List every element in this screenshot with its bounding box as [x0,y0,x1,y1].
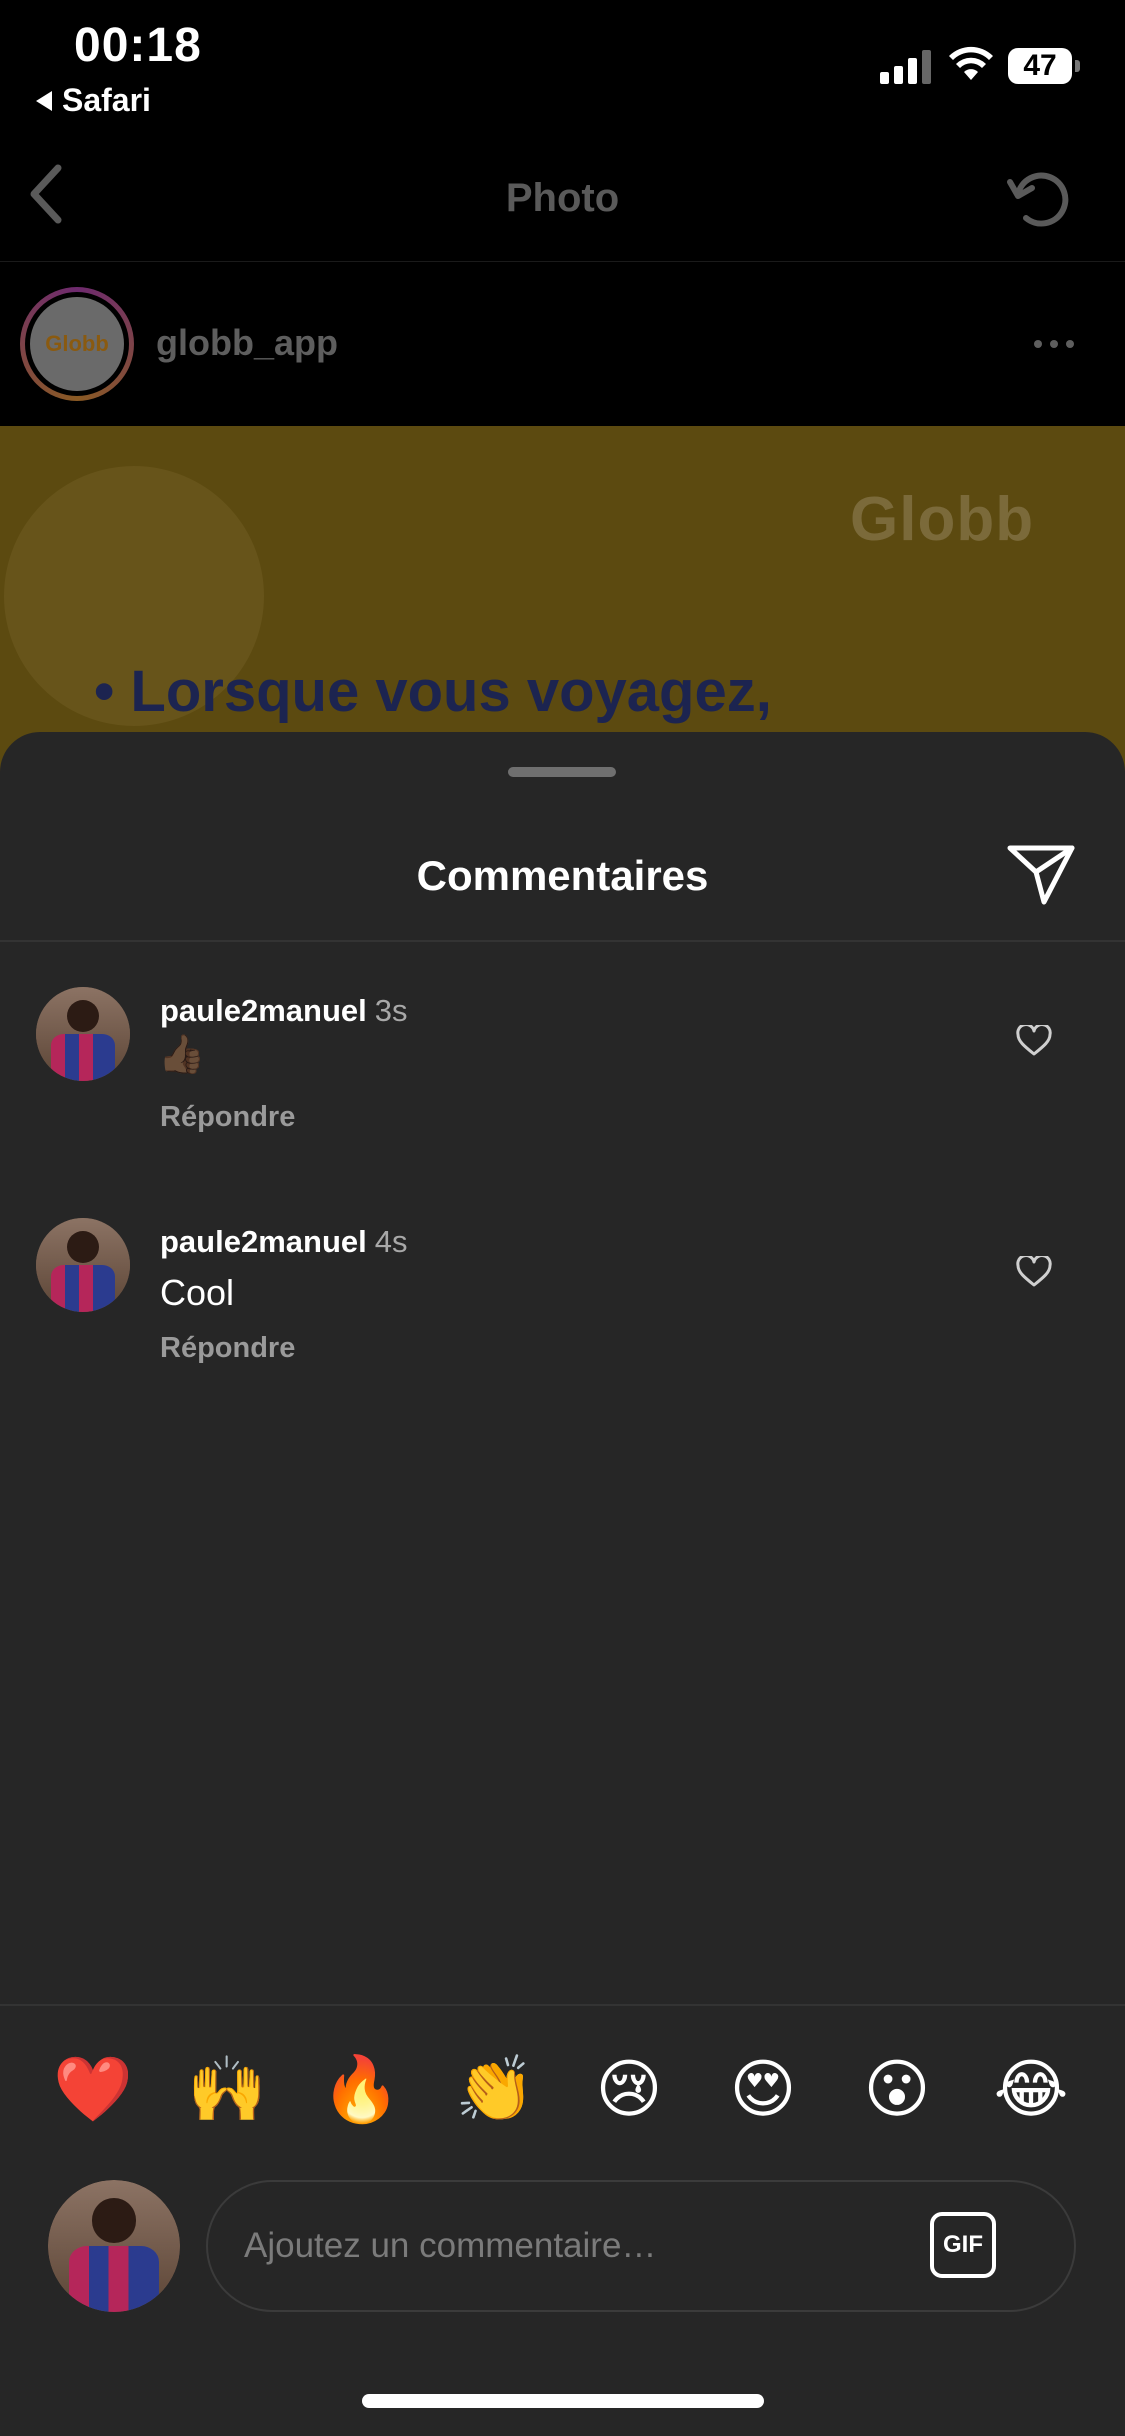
status-bar: 00:18 Safari 47 [0,0,1125,120]
commenter-avatar[interactable] [36,987,130,1081]
quick-reactions: ❤️ 🙌 🔥 👏 😢 😍 😮 😂 [0,2044,1125,2144]
share-send-icon[interactable] [1006,842,1076,906]
comment-username[interactable]: paule2manuel [160,1224,367,1259]
reaction-crying-icon[interactable]: 😢 [584,2044,674,2134]
reaction-heart-eyes-icon[interactable]: 😍 [718,2044,808,2134]
comment-text: Cool [160,1272,235,1313]
reaction-fire-icon[interactable]: 🔥 [316,2044,406,2134]
reactions-divider [0,2004,1125,2006]
like-heart-icon[interactable] [1016,1025,1052,1057]
reaction-surprised-icon[interactable]: 😮 [852,2044,942,2134]
back-app-label: Safari [62,82,151,118]
reaction-raised-hands-icon[interactable]: 🙌 [182,2044,272,2134]
comment-input[interactable]: Ajoutez un commentaire… GIF [206,2180,1076,2312]
image-headline: • Lorsque vous voyagez, [94,659,772,724]
more-options-icon[interactable] [1034,340,1074,348]
back-triangle-icon [36,90,52,111]
commenter-avatar[interactable] [36,1218,130,1312]
reaction-clap-icon[interactable]: 👏 [450,2044,540,2134]
home-indicator [362,2394,764,2408]
reaction-laughing-icon[interactable]: 😂 [986,2044,1076,2134]
page-title: Photo [505,176,620,220]
like-heart-icon[interactable] [1016,1256,1052,1288]
comment-placeholder: Ajoutez un commentaire… [244,2226,657,2265]
reply-button[interactable]: Répondre [160,1101,295,1134]
header-divider [0,940,1125,942]
image-logo: Globb [850,485,1035,554]
reaction-heart-icon[interactable]: ❤️ [48,2044,138,2134]
current-user-avatar [48,2180,180,2312]
nav-header: Photo [0,120,1125,262]
comments-sheet: Commentaires paule2manuel 3s 👍🏾 Répondre … [0,732,1125,2436]
sheet-grabber[interactable] [508,767,616,777]
cellular-signal-icon [880,48,931,84]
comment-header: paule2manuel 4s [160,1224,408,1260]
comment-item: paule2manuel 4s Cool Répondre [0,1218,1125,1408]
account-name[interactable]: globb_app [156,322,338,364]
post-header: Globb globb_app [0,262,1125,426]
sheet-title: Commentaires [416,852,709,899]
comment-text: 👍🏾 [158,1034,206,1076]
refresh-icon[interactable] [1004,164,1076,236]
post-image: Globb • Lorsque vous voyagez, [0,426,1125,776]
battery-level: 47 [1023,49,1057,82]
gif-button[interactable]: GIF [930,2212,996,2278]
reply-button[interactable]: Répondre [160,1332,295,1365]
status-time: 00:18 [74,19,202,72]
comment-time: 4s [374,1224,408,1259]
wifi-icon [949,46,993,80]
avatar-logo: Globb [30,297,124,391]
back-to-safari[interactable]: Safari [36,82,151,119]
comment-username[interactable]: paule2manuel [160,993,367,1028]
battery-icon: 47 [1008,48,1080,84]
account-avatar[interactable]: Globb [20,287,134,401]
comment-time: 3s [374,993,408,1028]
comment-header: paule2manuel 3s [160,993,408,1029]
comment-item: paule2manuel 3s 👍🏾 Répondre [0,987,1125,1177]
